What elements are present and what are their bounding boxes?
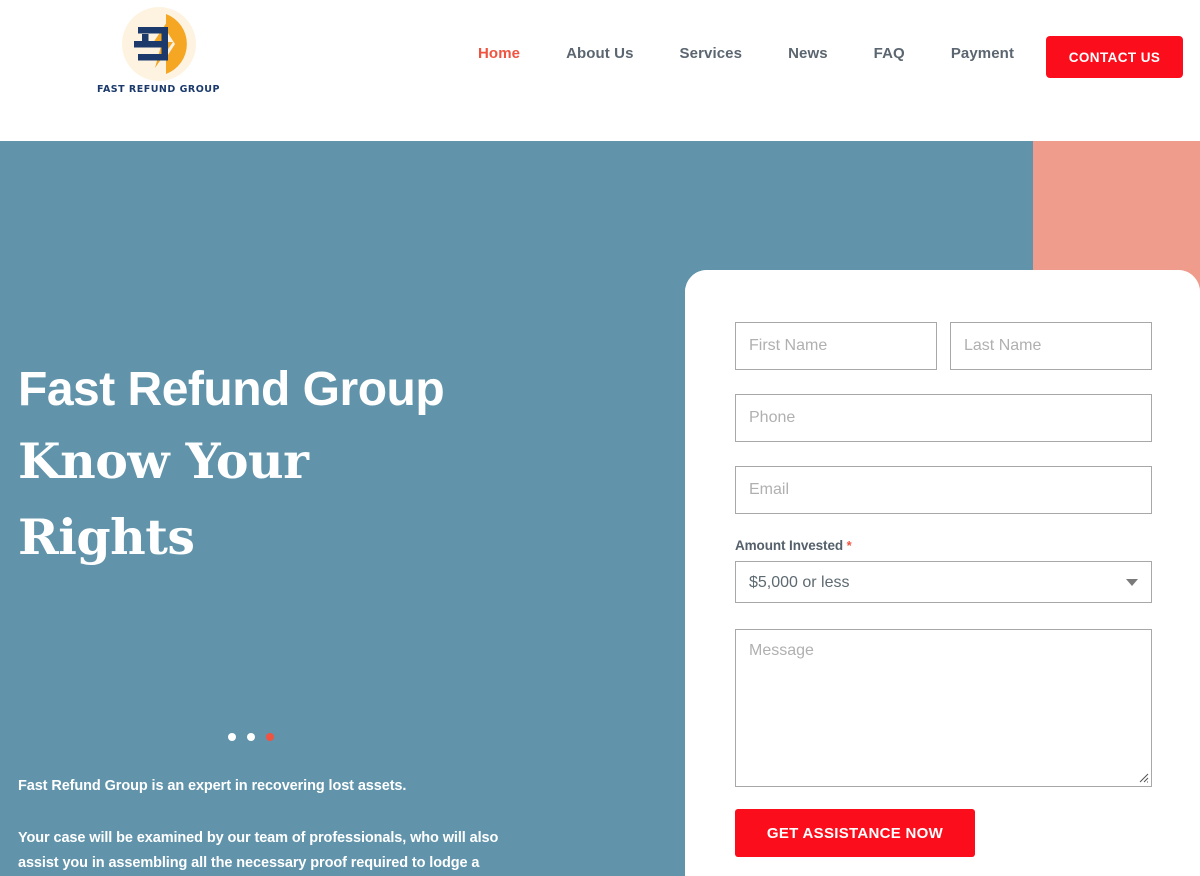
carousel-dot-1[interactable] <box>228 733 236 741</box>
hero-description-block: Fast Refund Group is an expert in recove… <box>18 774 503 876</box>
required-asterisk: * <box>846 538 852 553</box>
get-assistance-now-button[interactable]: GET ASSISTANCE NOW <box>735 809 975 857</box>
message-textarea[interactable] <box>735 629 1152 787</box>
hero-title-line-1: Fast Refund Group <box>18 363 445 416</box>
first-name-input[interactable] <box>735 322 937 370</box>
nav-item-faq[interactable]: FAQ <box>851 45 928 62</box>
last-name-input[interactable] <box>950 322 1152 370</box>
contact-us-button[interactable]: CONTACT US <box>1046 36 1183 78</box>
hero-heading-block: Fast Refund Group Know Your Rights <box>18 356 538 576</box>
amount-invested-label: Amount Invested * <box>735 538 1152 553</box>
nav-item-about-us[interactable]: About Us <box>543 45 656 62</box>
hero-title-line-3: Rights <box>18 508 195 567</box>
phone-input[interactable] <box>735 394 1152 442</box>
nav-item-home[interactable]: Home <box>455 45 543 62</box>
amount-invested-label-text: Amount Invested <box>735 538 844 553</box>
amount-invested-select-wrapper: $5,000 or less <box>735 561 1152 603</box>
logo-wordmark: FAST REFUND GROUP <box>97 84 220 95</box>
message-field-wrapper <box>735 629 1152 787</box>
lightning-bolt-logo-icon <box>121 6 197 82</box>
hero-title-line-2: Know Your <box>18 432 309 491</box>
email-input[interactable] <box>735 466 1152 514</box>
nav-item-news[interactable]: News <box>765 45 851 62</box>
carousel-dot-3[interactable] <box>266 733 274 741</box>
carousel-pagination <box>228 733 274 741</box>
main-navigation: Home About Us Services News FAQ Payment <box>455 45 1037 62</box>
carousel-dot-2[interactable] <box>247 733 255 741</box>
name-fields-row <box>735 322 1152 370</box>
nav-item-payment[interactable]: Payment <box>928 45 1037 62</box>
page-root: FAST REFUND GROUP Home About Us Services… <box>0 0 1200 876</box>
amount-invested-select[interactable]: $5,000 or less <box>735 561 1152 603</box>
hero-body-text: Your case will be examined by our team o… <box>18 830 499 872</box>
site-header: FAST REFUND GROUP Home About Us Services… <box>0 0 1200 141</box>
hero-lead-text: Fast Refund Group is an expert in recove… <box>18 778 407 794</box>
site-logo[interactable]: FAST REFUND GROUP <box>96 6 221 106</box>
nav-item-services[interactable]: Services <box>657 45 766 62</box>
lead-capture-form: Amount Invested * $5,000 or less GET ASS… <box>685 270 1200 876</box>
